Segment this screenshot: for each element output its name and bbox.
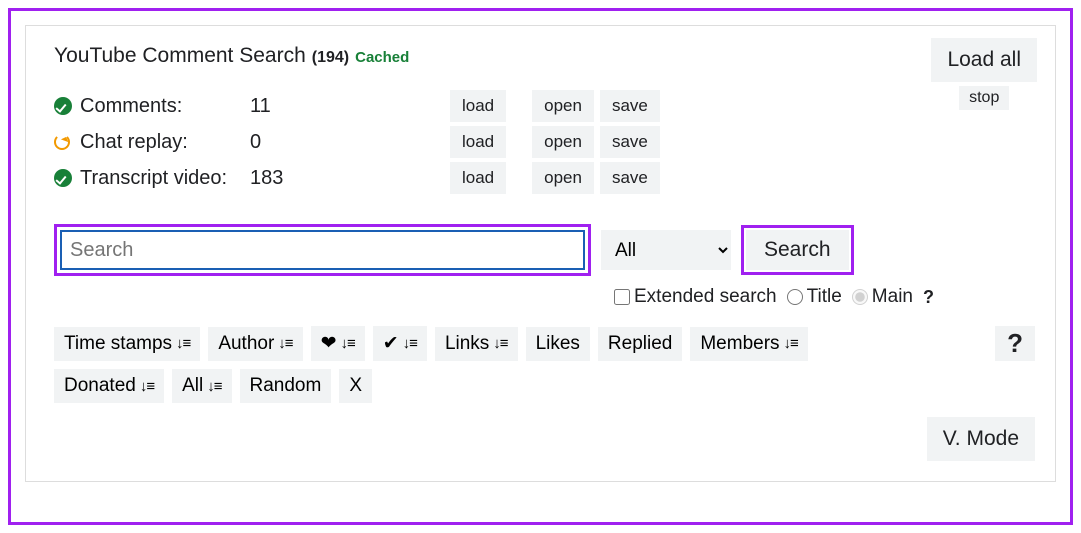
main-radio[interactable]: Main [852,286,913,308]
result-count: (194) [312,49,349,67]
search-highlight [54,224,591,276]
stat-row-transcript: Transcript video: 183 load open save [54,160,1027,196]
page-title: YouTube Comment Search [54,44,306,68]
search-button[interactable]: Search [746,230,849,270]
sort-buttons: Time stamps ↓≡ Author ↓≡ ❤ ↓≡ ✔ ↓≡ Links… [54,326,894,403]
sort-author[interactable]: Author ↓≡ [208,327,302,361]
stats-table: Comments: 11 load open save Chat replay:… [54,88,1027,196]
options-help-icon[interactable]: ? [923,287,934,308]
sort-clear[interactable]: X [339,369,372,403]
extended-checkbox[interactable] [614,289,630,305]
load-all-button[interactable]: Load all [931,38,1037,82]
cached-badge: Cached [355,49,409,66]
load-button[interactable]: load [450,126,506,158]
scope-select[interactable]: All [601,230,731,270]
title-radio-input[interactable] [787,289,803,305]
main-panel: YouTube Comment Search (194) Cached Load… [25,25,1056,482]
search-bar: All Search [54,224,1027,276]
open-button[interactable]: open [532,162,594,194]
stat-row-comments: Comments: 11 load open save [54,88,1027,124]
sort-heart[interactable]: ❤ ↓≡ [311,326,365,361]
save-button[interactable]: save [600,126,660,158]
stat-value: 183 [250,167,450,190]
load-button[interactable]: load [450,162,506,194]
sort-desc-icon: ↓≡ [278,335,292,352]
sort-desc-icon: ↓≡ [403,335,417,352]
check-icon [54,169,72,187]
vmode-button[interactable]: V. Mode [927,417,1035,461]
check-icon: ✔ [383,332,399,355]
save-button[interactable]: save [600,162,660,194]
stat-value: 11 [250,95,450,118]
title-radio[interactable]: Title [787,286,842,308]
heart-icon: ❤ [321,332,337,355]
annotation-frame: YouTube Comment Search (194) Cached Load… [8,8,1073,525]
stat-value: 0 [250,131,450,154]
sort-check[interactable]: ✔ ↓≡ [373,326,427,361]
stat-row-chat: Chat replay: 0 load open save [54,124,1027,160]
reload-icon [54,134,70,150]
sort-desc-icon: ↓≡ [207,378,221,395]
sort-desc-icon: ↓≡ [176,335,190,352]
stat-label: Transcript video: [80,167,250,190]
open-button[interactable]: open [532,126,594,158]
help-button[interactable]: ? [995,326,1035,361]
search-button-highlight: Search [741,225,854,275]
header: YouTube Comment Search (194) Cached [54,44,1027,68]
sort-desc-icon: ↓≡ [340,335,354,352]
sort-desc-icon: ↓≡ [784,335,798,352]
sort-donated[interactable]: Donated ↓≡ [54,369,164,403]
extended-search-checkbox[interactable]: Extended search [614,286,777,308]
stat-label: Chat replay: [80,131,250,154]
sort-random[interactable]: Random [240,369,332,403]
check-icon [54,97,72,115]
stop-button[interactable]: stop [959,86,1009,110]
sort-members[interactable]: Members ↓≡ [690,327,807,361]
sort-links[interactable]: Links ↓≡ [435,327,518,361]
save-button[interactable]: save [600,90,660,122]
sort-all[interactable]: All ↓≡ [172,369,231,403]
sort-timestamps[interactable]: Time stamps ↓≡ [54,327,200,361]
stat-label: Comments: [80,95,250,118]
sort-replied[interactable]: Replied [598,327,682,361]
sort-likes[interactable]: Likes [526,327,590,361]
search-options: Extended search Title Main ? [614,286,1027,308]
load-button[interactable]: load [450,90,506,122]
sort-desc-icon: ↓≡ [140,378,154,395]
main-radio-input[interactable] [852,289,868,305]
search-input[interactable] [60,230,585,270]
sort-desc-icon: ↓≡ [493,335,507,352]
open-button[interactable]: open [532,90,594,122]
